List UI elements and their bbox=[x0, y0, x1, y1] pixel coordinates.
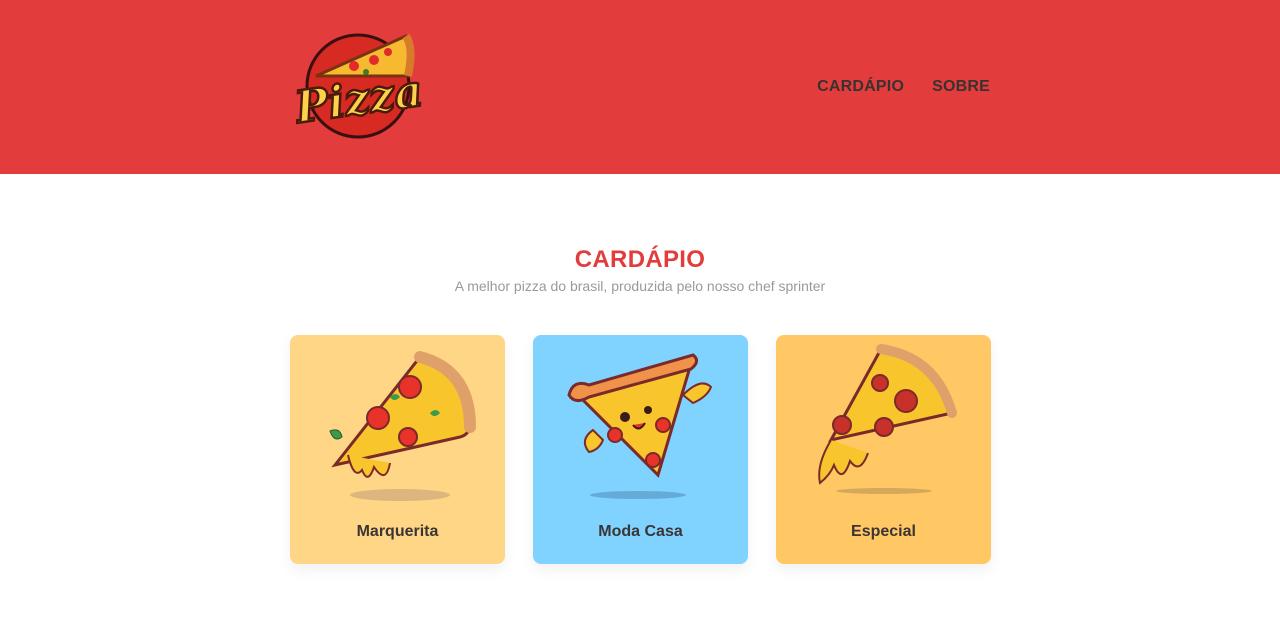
menu-card-name: Marquerita bbox=[356, 523, 439, 540]
menu-title: CARDÁPIO bbox=[574, 246, 706, 273]
nav-sobre-link[interactable]: SOBRE bbox=[932, 78, 990, 96]
pizza-logo-icon: Pizza bbox=[289, 33, 427, 139]
site-header: Pizza CARDÁPIO SOBRE bbox=[0, 0, 1280, 174]
happy-pizza-slice-icon bbox=[567, 353, 713, 499]
pepperoni-pizza-slice-icon bbox=[818, 344, 957, 494]
menu-card-marquerita[interactable]: Marquerita bbox=[290, 335, 505, 564]
menu-card-moda-casa[interactable]: Moda Casa bbox=[533, 335, 748, 564]
menu-subtitle: A melhor pizza do brasil, produzida pelo… bbox=[454, 278, 826, 294]
nav-cardapio-link[interactable]: CARDÁPIO bbox=[817, 78, 904, 96]
menu-card-name: Moda Casa bbox=[598, 523, 683, 540]
menu-card-especial[interactable]: Especial bbox=[776, 335, 991, 564]
menu-card-name: Especial bbox=[851, 523, 916, 540]
main-nav: CARDÁPIO SOBRE bbox=[817, 78, 990, 96]
pizza-logo[interactable]: Pizza bbox=[289, 28, 427, 140]
menu-cards: Marquerita Moda Casa Especial bbox=[290, 335, 991, 564]
margherita-pizza-slice-icon bbox=[329, 351, 476, 501]
